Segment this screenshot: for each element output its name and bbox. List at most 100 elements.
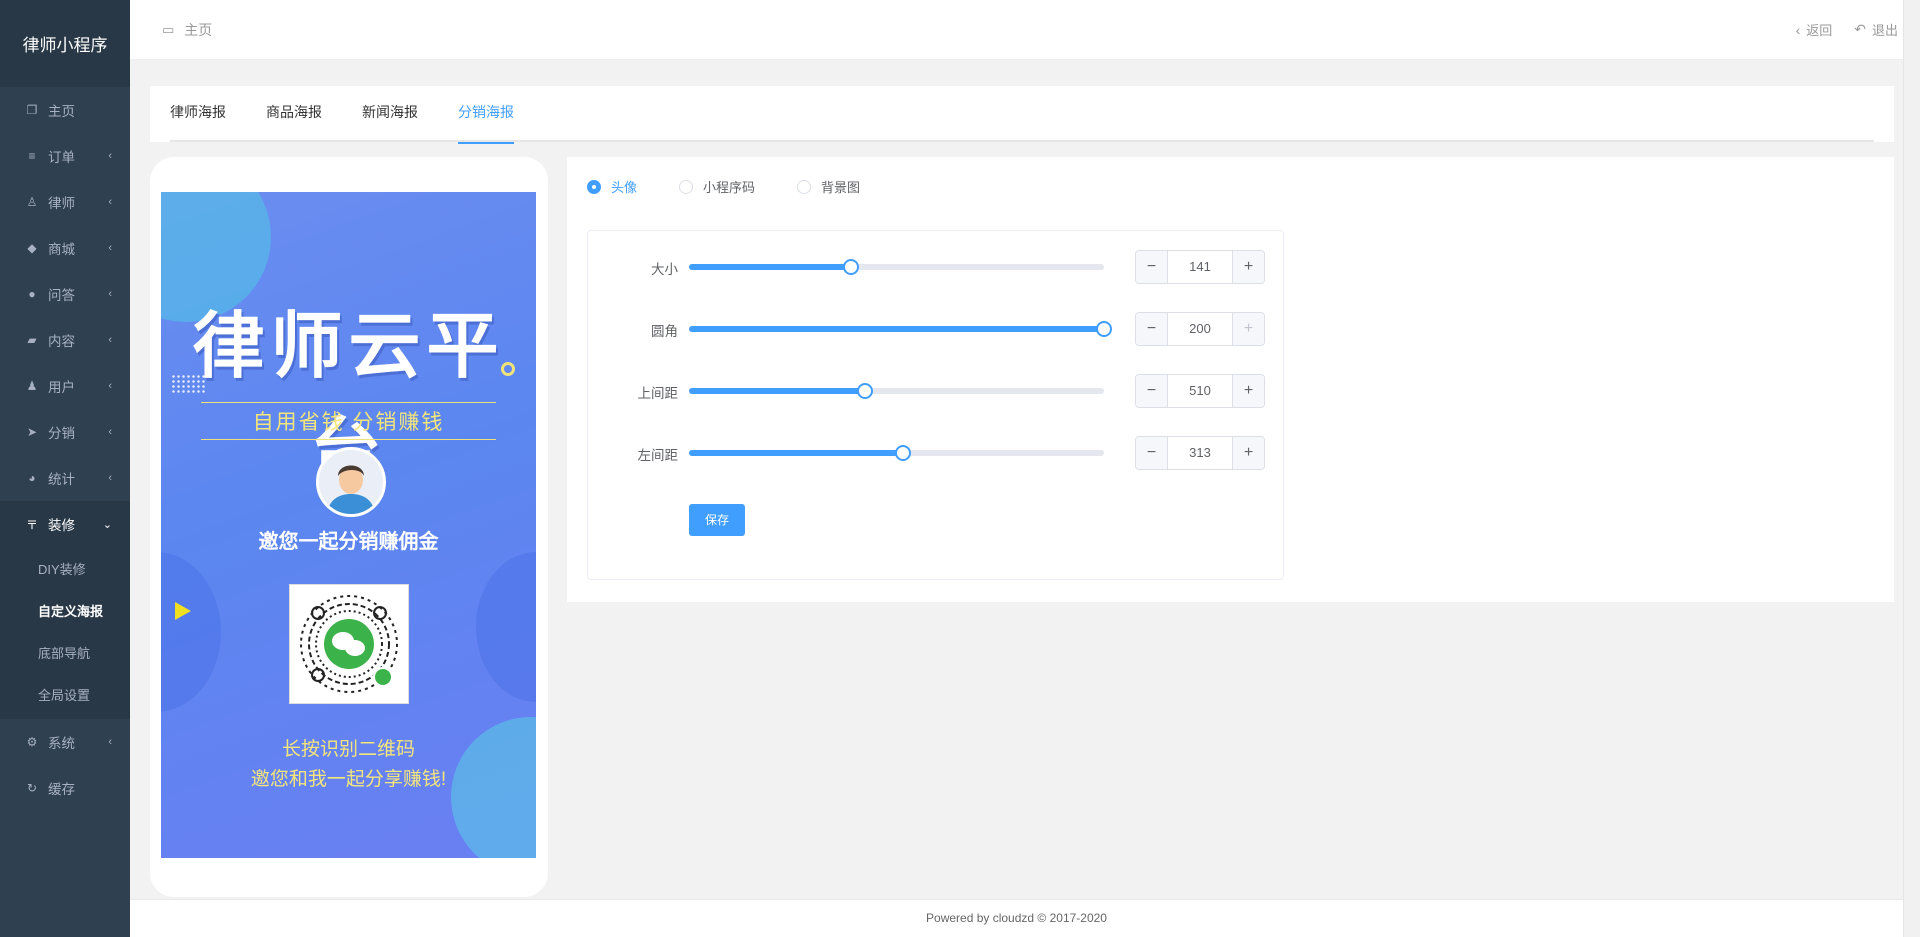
chevron-left-icon: ‹: [1795, 21, 1801, 38]
radio-background[interactable]: 背景图: [797, 177, 860, 196]
breadcrumb[interactable]: ▭ 主页: [130, 20, 212, 40]
size-slider[interactable]: [689, 259, 1104, 275]
chevron-left-icon: ‹: [108, 380, 112, 392]
size-increase-button[interactable]: +: [1232, 251, 1264, 283]
left-margin-value-input[interactable]: 313: [1168, 437, 1232, 469]
book-icon: ▰: [27, 333, 37, 347]
decor-blob-right: [476, 552, 536, 702]
top-margin-value-input[interactable]: 510: [1168, 375, 1232, 407]
poster-tip-share: 邀您和我一起分享赚钱!: [250, 769, 447, 790]
chevron-left-icon: ‹: [108, 150, 112, 162]
tags-icon: ◆: [27, 241, 37, 255]
radius-stepper: − 200 +: [1135, 312, 1265, 346]
left-margin-decrease-button[interactable]: −: [1136, 437, 1168, 469]
submenu-item-custom-poster[interactable]: 自定义海报: [0, 589, 130, 631]
tab-lawyer-poster[interactable]: 律师海报: [170, 86, 226, 142]
size-decrease-button[interactable]: −: [1136, 251, 1168, 283]
sidebar-item-decoration[interactable]: 〒 装修 ⌄: [0, 501, 130, 547]
miniprogram-qr-code[interactable]: [289, 584, 409, 704]
field-radius: 圆角 − 200 +: [588, 312, 1285, 346]
sidebar-item-home[interactable]: ❐ 主页: [0, 87, 130, 133]
page-footer: Powered by cloudzd © 2017-2020: [130, 899, 1903, 937]
page-scrollbar[interactable]: [1903, 0, 1920, 937]
top-margin-slider[interactable]: [689, 383, 1104, 399]
radio-miniprogram-code[interactable]: 小程序码: [679, 177, 755, 196]
field-left-margin: 左间距 − 313 +: [588, 436, 1285, 470]
user-icon: ♟: [26, 379, 38, 393]
left-margin-slider-thumb[interactable]: [894, 445, 911, 461]
chevron-left-icon: ‹: [108, 472, 112, 484]
sidebar-item-cache[interactable]: ↻ 缓存: [0, 765, 130, 811]
gear-icon: ⚙: [26, 735, 38, 749]
submenu-item-diy[interactable]: DIY装修: [0, 547, 130, 589]
radius-value-input[interactable]: 200: [1168, 313, 1232, 345]
size-slider-fill: [689, 264, 851, 270]
logout-button[interactable]: ↶ 退出: [1854, 20, 1898, 39]
field-top-margin-label: 上间距: [637, 386, 679, 401]
app-brand: 律师小程序: [0, 0, 130, 87]
copy-icon: ❐: [26, 103, 38, 117]
user-outline-icon: ♙: [26, 195, 38, 209]
sidebar-item-statistics[interactable]: ◕ 统计 ‹: [0, 455, 130, 501]
field-left-margin-label: 左间距: [637, 448, 679, 463]
top-margin-slider-thumb[interactable]: [857, 383, 874, 399]
sidebar-item-orders[interactable]: ≡ 订单 ‹: [0, 133, 130, 179]
top-margin-decrease-button[interactable]: −: [1136, 375, 1168, 407]
chevron-left-icon: ‹: [108, 196, 112, 208]
reply-icon: ↶: [1854, 21, 1866, 37]
paper-plane-icon: ➤: [26, 425, 38, 439]
back-button[interactable]: ‹ 返回: [1796, 20, 1833, 39]
sidebar-item-lawyers[interactable]: ♙ 律师 ‹: [0, 179, 130, 225]
chevron-left-icon: ‹: [108, 288, 112, 300]
save-button[interactable]: 保存: [689, 504, 745, 536]
avatar-person-icon: [319, 450, 383, 514]
tab-distribution-poster[interactable]: 分销海报: [458, 86, 514, 144]
decor-blob-left: [161, 552, 221, 712]
chevron-left-icon: ‹: [108, 334, 112, 346]
left-margin-increase-button[interactable]: +: [1232, 437, 1264, 469]
breadcrumb-home: 主页: [184, 21, 213, 38]
sidebar-item-system[interactable]: ⚙ 系统 ‹: [0, 719, 130, 765]
radius-slider[interactable]: [689, 321, 1112, 337]
top-margin-slider-fill: [689, 388, 866, 394]
pie-chart-icon: ◕: [28, 471, 36, 485]
chevron-down-icon: ⌄: [102, 518, 112, 531]
tab-news-poster[interactable]: 新闻海报: [362, 86, 418, 142]
field-radius-label: 圆角: [651, 324, 678, 339]
sidebar-item-users[interactable]: ♟ 用户 ‹: [0, 363, 130, 409]
submenu-item-global-settings[interactable]: 全局设置: [0, 673, 130, 715]
radio-dot-icon: [679, 179, 694, 194]
poster-avatar[interactable]: [316, 447, 386, 517]
decor-triangle: [175, 602, 191, 620]
qr-code-icon: [300, 595, 398, 693]
size-slider-thumb[interactable]: [842, 259, 859, 275]
desktop-icon: ▭: [162, 21, 175, 37]
header-actions: ‹ 返回 ↶ 退出: [1774, 20, 1920, 39]
radius-increase-button[interactable]: +: [1232, 313, 1264, 345]
top-header: ▭ 主页 ‹ 返回 ↶ 退出: [130, 0, 1920, 60]
poster-editor-panel: 头像 小程序码 背景图 大小 − 141 + 圆角 − 200 + 上间距 − …: [567, 157, 1894, 602]
sidebar-item-distribution[interactable]: ➤ 分销 ‹: [0, 409, 130, 455]
radius-slider-thumb[interactable]: [1096, 321, 1112, 337]
top-margin-increase-button[interactable]: +: [1232, 375, 1264, 407]
sidebar: 律师小程序 ❐ 主页 ≡ 订单 ‹ ♙ 律师 ‹ ◆ 商城 ‹ ● 问答 ‹ ▰…: [0, 0, 130, 937]
slogan-line-top: [201, 402, 496, 403]
poster-slogan: 自用省钱 分销赚钱: [252, 411, 445, 434]
top-margin-stepper: − 510 +: [1135, 374, 1265, 408]
poster-canvas: 律师云平台 自用省钱 分销赚钱 邀您一起分销赚佣金: [161, 192, 536, 858]
size-stepper: − 141 +: [1135, 250, 1265, 284]
sidebar-item-content[interactable]: ▰ 内容 ‹: [0, 317, 130, 363]
submenu-item-bottom-nav[interactable]: 底部导航: [0, 631, 130, 673]
field-size: 大小 − 141 +: [588, 250, 1285, 284]
radius-decrease-button[interactable]: −: [1136, 313, 1168, 345]
radio-dot-icon: [797, 179, 812, 194]
tab-product-poster[interactable]: 商品海报: [266, 86, 322, 142]
size-value-input[interactable]: 141: [1168, 251, 1232, 283]
sidebar-item-qa[interactable]: ● 问答 ‹: [0, 271, 130, 317]
poster-tabs-card: 律师海报 商品海报 新闻海报 分销海报: [150, 86, 1894, 144]
left-margin-slider[interactable]: [689, 445, 1104, 461]
chevron-left-icon: ‹: [108, 242, 112, 254]
sidebar-item-mall[interactable]: ◆ 商城 ‹: [0, 225, 130, 271]
list-icon: ≡: [28, 149, 36, 163]
radio-avatar[interactable]: 头像: [587, 177, 637, 196]
